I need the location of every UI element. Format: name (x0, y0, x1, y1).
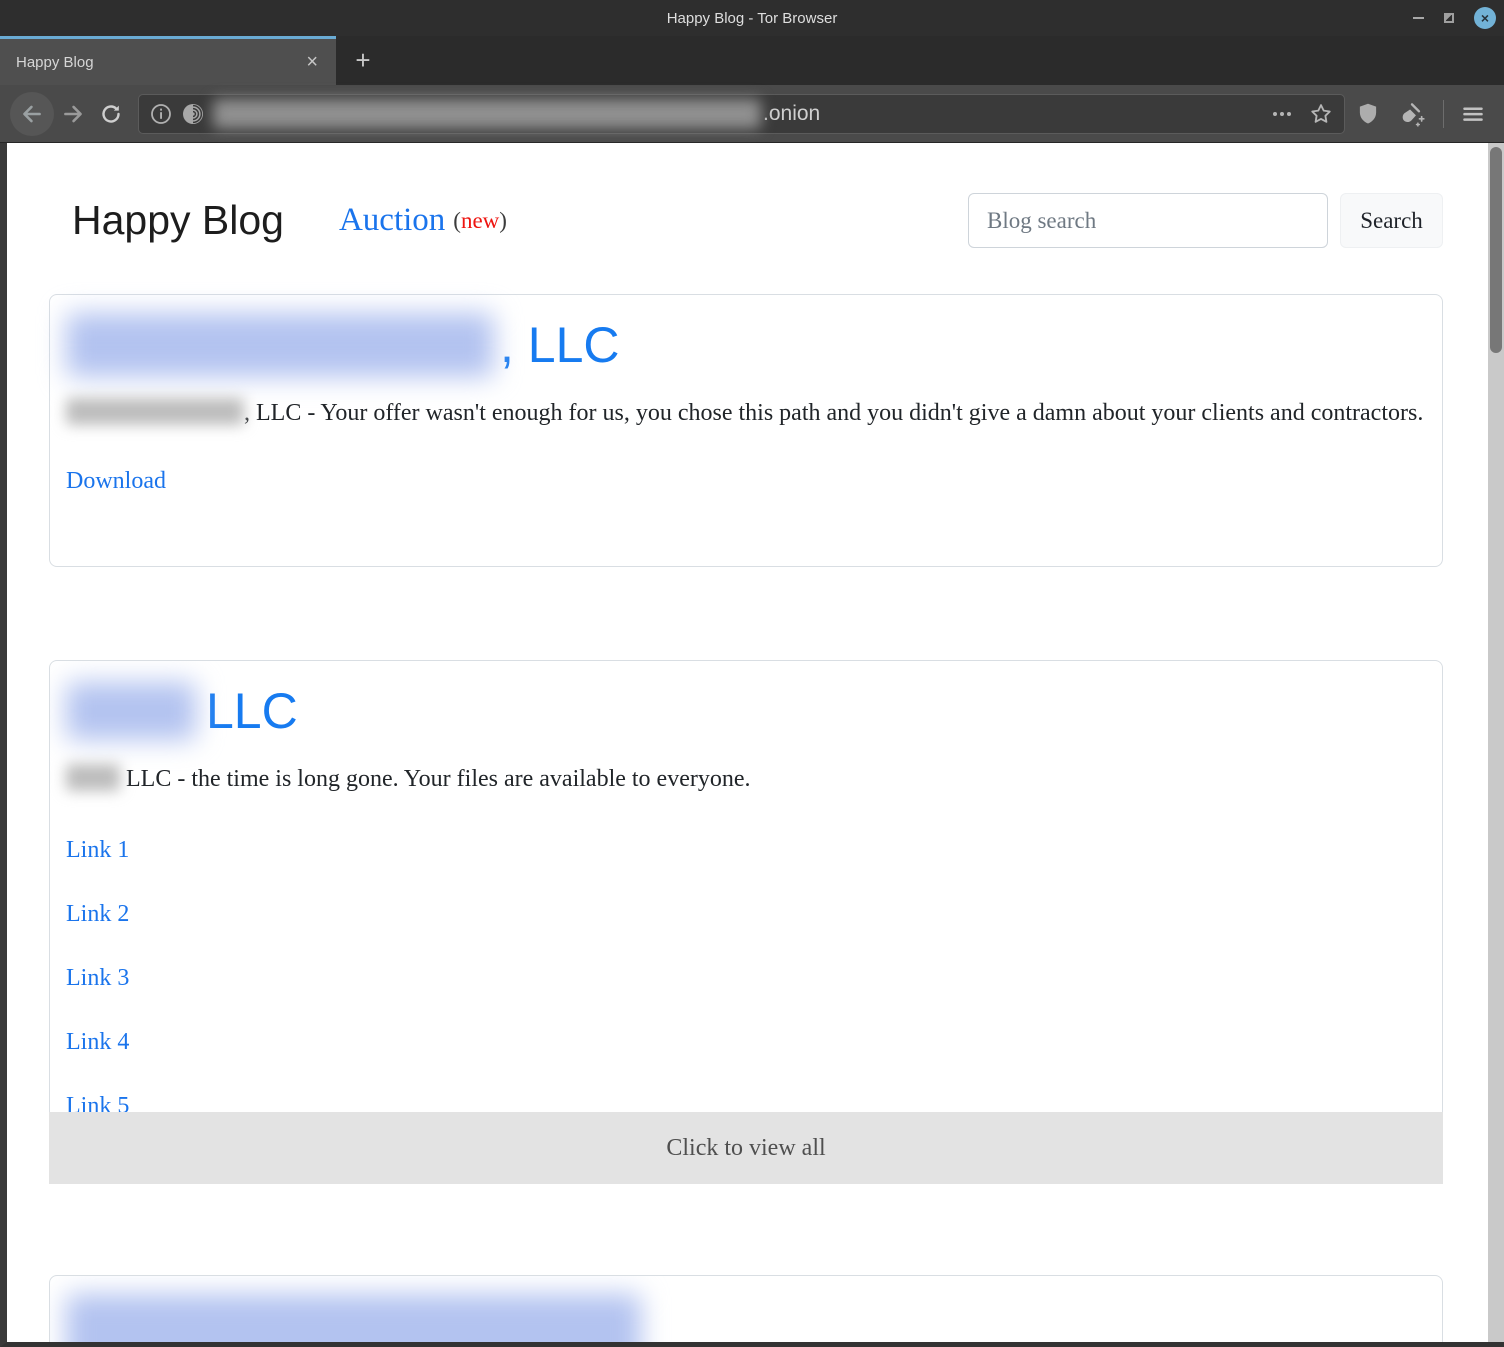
auction-link[interactable]: Auction (339, 202, 445, 239)
reload-icon (99, 102, 123, 126)
url-bar[interactable]: .onion (138, 93, 1345, 134)
post-card (49, 1275, 1443, 1342)
post-title-visible: LLC (206, 683, 298, 739)
browser-viewport: Happy Blog Auction (new) Search , LLC , … (0, 143, 1504, 1347)
post-title: LLC (66, 675, 1426, 747)
shield-icon[interactable] (1355, 100, 1381, 128)
redacted-company-name (66, 682, 196, 740)
scrollbar-thumb[interactable] (1490, 147, 1502, 353)
file-link[interactable]: Link 4 (66, 1029, 1426, 1056)
post-title: , LLC (66, 309, 1426, 381)
page-info-icon[interactable] (149, 102, 173, 126)
view-all-button[interactable]: Click to view all (49, 1112, 1443, 1184)
toolbar-right-icons (1355, 99, 1494, 128)
window-controls: × (1413, 0, 1496, 36)
redacted-company-name (66, 313, 494, 377)
download-link[interactable]: Download (66, 468, 166, 495)
post-title (66, 1290, 1426, 1342)
bookmark-star-icon[interactable] (1308, 101, 1334, 127)
maximize-icon[interactable] (1444, 13, 1454, 23)
page-header: Happy Blog Auction (new) Search (49, 193, 1443, 248)
redacted-company-name (66, 1294, 641, 1342)
toolbar-divider (1443, 99, 1444, 128)
blog-search-input[interactable] (968, 193, 1328, 248)
tab-title: Happy Blog (16, 53, 94, 71)
new-identity-broom-icon[interactable] (1397, 100, 1427, 128)
post-title-visible: , LLC (500, 317, 620, 373)
navigation-toolbar: .onion (0, 85, 1504, 143)
redacted-url (213, 98, 761, 129)
site-title: Happy Blog (72, 197, 284, 243)
badge-paren-close: ) (499, 207, 507, 233)
redacted-company-name (66, 764, 120, 791)
new-tab-button[interactable]: + (336, 36, 390, 85)
file-link[interactable]: Link 2 (66, 901, 1426, 928)
forward-arrow-icon (60, 101, 86, 127)
redacted-company-name (66, 398, 244, 425)
onion-circuit-icon[interactable] (181, 102, 205, 126)
badge-new-label: new (460, 207, 500, 233)
menu-hamburger-icon[interactable] (1460, 101, 1486, 127)
tab-close-icon[interactable]: × (302, 52, 322, 72)
page-actions-icon[interactable] (1270, 102, 1294, 126)
page-content: Happy Blog Auction (new) Search , LLC , … (49, 193, 1443, 1342)
post-body-visible: , LLC - Your offer wasn't enough for us,… (244, 400, 1424, 426)
close-window-icon[interactable]: × (1474, 7, 1496, 29)
post-body: LLC - the time is long gone. Your files … (66, 759, 1426, 800)
search-button[interactable]: Search (1340, 193, 1443, 248)
reload-button[interactable] (92, 92, 130, 136)
scrollbar[interactable] (1488, 143, 1504, 1342)
auction-new-badge: (new) (453, 208, 507, 234)
tab-happy-blog[interactable]: Happy Blog × (0, 36, 336, 85)
post-card: LLC LLC - the time is long gone. Your fi… (49, 660, 1443, 1112)
post-body-visible: LLC - the time is long gone. Your files … (126, 766, 751, 792)
url-domain-suffix[interactable]: .onion (763, 102, 820, 126)
window-titlebar: Happy Blog - Tor Browser × (0, 0, 1504, 36)
tab-bar: Happy Blog × + (0, 36, 1504, 85)
window-title: Happy Blog - Tor Browser (666, 9, 838, 27)
badge-paren-open: ( (453, 207, 461, 233)
file-link[interactable]: Link 5 (66, 1093, 1426, 1112)
file-link[interactable]: Link 3 (66, 965, 1426, 992)
file-link[interactable]: Link 1 (66, 837, 1426, 864)
post-body: , LLC - Your offer wasn't enough for us,… (66, 393, 1426, 434)
forward-button[interactable] (54, 92, 92, 136)
back-arrow-icon (19, 101, 45, 127)
back-button[interactable] (10, 91, 54, 136)
post-card: , LLC , LLC - Your offer wasn't enough f… (49, 294, 1443, 567)
minimize-icon[interactable] (1413, 17, 1424, 19)
